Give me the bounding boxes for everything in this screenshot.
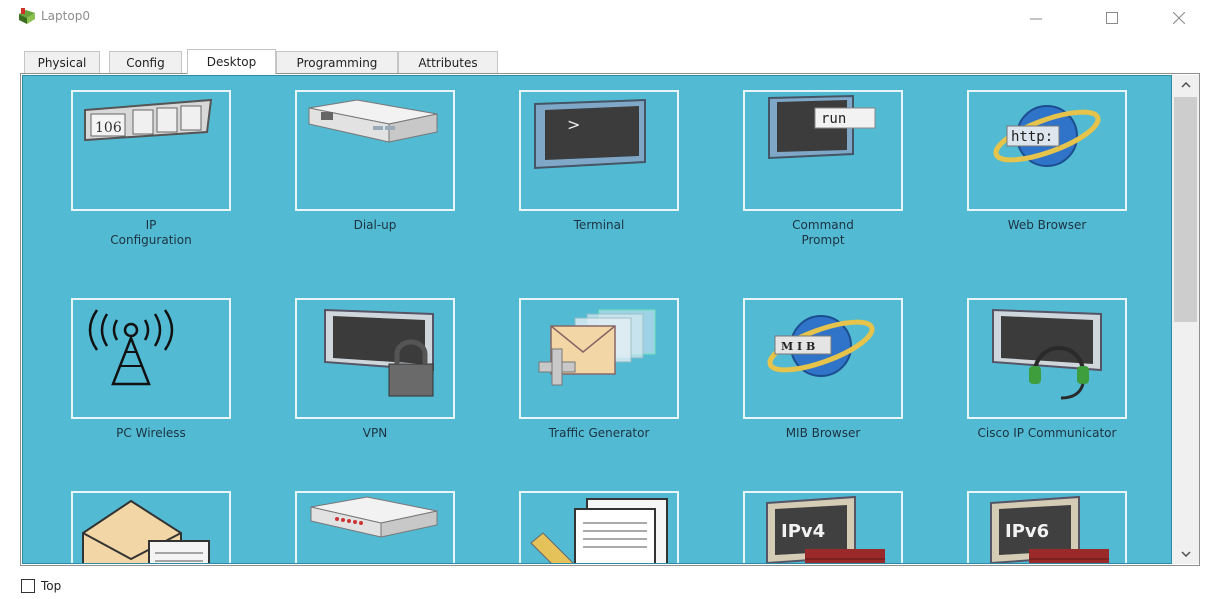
wireless-antenna-icon [88,309,174,386]
mib-browser-icon: M I B [767,315,875,377]
app-tile[interactable] [295,90,455,211]
title-bar: Laptop0 [0,0,1213,36]
pppoe-dialer-icon [310,496,438,538]
tab-desktop[interactable]: Desktop [187,49,276,74]
tab-attributes[interactable]: Attributes [398,51,498,73]
app-tile[interactable]: > [519,90,679,211]
http-text: http: [1011,129,1053,145]
top-checkbox-label: Top [41,579,62,593]
email-icon [82,499,210,563]
minimize-icon [1030,18,1042,20]
ip-configuration-icon: 106 [84,98,213,142]
app-tile[interactable] [519,298,679,419]
app-label: Traffic Generator [548,426,650,440]
app-label: Terminal [573,218,625,232]
app-label: MIB Browser [785,426,861,440]
app-tile[interactable]: IPv4 [743,491,903,563]
top-checkbox[interactable] [21,579,35,593]
chevron-up-icon [1180,82,1191,88]
text-editor-icon [530,498,668,563]
ip-communicator-headset-icon [992,308,1102,400]
desktop-panel: 106 IP Configuration Dial-up > Terminal … [20,73,1200,566]
packet-tracer-laptop-icon [19,8,35,24]
window-title: Laptop0 [41,9,90,23]
close-button[interactable] [1156,0,1202,36]
ip-number-text: 106 [95,120,122,136]
maximize-button[interactable] [1089,0,1135,36]
vpn-lock-icon [324,308,434,397]
app-tile[interactable]: http: [967,90,1127,211]
terminal-prompt-text: > [567,115,580,134]
run-text: run [821,111,846,127]
app-label: Dial-up [353,218,397,232]
tab-config[interactable]: Config [109,51,182,73]
maximize-icon [1106,12,1118,24]
app-label: Web Browser [1007,218,1087,232]
traffic-generator-icon [538,309,656,386]
scroll-thumb[interactable] [1174,97,1197,322]
app-tile[interactable] [295,298,455,419]
scroll-up-button[interactable] [1172,75,1199,95]
terminal-icon: > [534,98,646,170]
app-tile[interactable] [71,491,231,563]
app-tile[interactable] [519,491,679,563]
app-tile[interactable] [295,491,455,563]
top-option[interactable]: Top [21,579,61,593]
app-tile[interactable]: IPv6 [967,491,1127,563]
desktop-area: 106 IP Configuration Dial-up > Terminal … [22,75,1172,564]
app-tile[interactable]: 106 [71,90,231,211]
app-tile[interactable] [967,298,1127,419]
tab-physical[interactable]: Physical [24,51,100,73]
close-icon [1173,12,1185,24]
app-tile[interactable]: run [743,90,903,211]
ipv6-text: IPv6 [1005,521,1049,542]
app-label: PC Wireless [116,426,186,440]
app-label: IP Configuration [110,218,192,247]
dial-up-modem-icon [308,99,438,143]
app-label: VPN [362,426,388,440]
vertical-scrollbar[interactable] [1172,75,1199,564]
scroll-down-button[interactable] [1172,544,1199,564]
ipv4-firewall-icon: IPv4 [766,495,885,563]
mib-text: M I B [781,340,815,353]
minimize-button[interactable] [1013,0,1059,36]
app-label: Command Prompt [792,218,854,247]
app-tile[interactable] [71,298,231,419]
tab-programming[interactable]: Programming [276,51,398,73]
ipv6-firewall-icon: IPv6 [990,495,1109,563]
app-tile[interactable]: M I B [743,298,903,419]
chevron-down-icon [1180,551,1191,557]
web-browser-icon: http: [993,105,1101,167]
command-prompt-icon: run [768,94,876,160]
ipv4-text: IPv4 [781,521,825,542]
app-label: Cisco IP Communicator [977,426,1117,440]
